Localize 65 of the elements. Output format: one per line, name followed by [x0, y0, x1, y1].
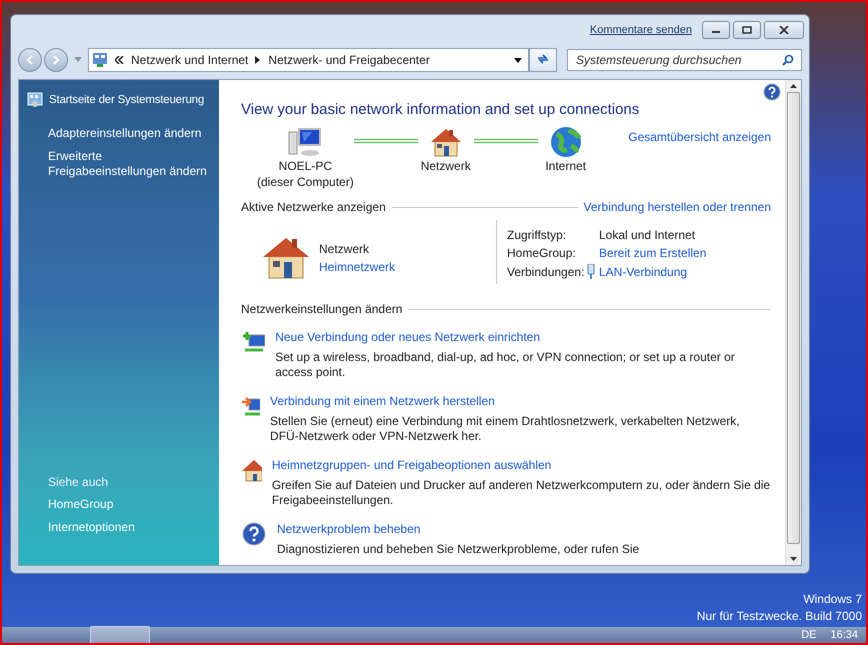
detail-value: Lokal und Internet — [599, 228, 696, 242]
maximize-button[interactable] — [733, 21, 761, 39]
breadcrumb[interactable]: Netzwerk- und Freigabecenter — [268, 53, 430, 67]
house-icon — [241, 458, 262, 482]
ethernet-plug-icon — [587, 264, 595, 279]
minimize-button[interactable] — [702, 21, 730, 39]
connect-disconnect-link[interactable]: Verbindung herstellen oder trennen — [584, 200, 771, 214]
sidebar-home-link[interactable]: Startseite der Systemsteuerung — [49, 94, 204, 106]
search-icon[interactable] — [782, 54, 794, 66]
address-bar[interactable]: Netzwerk und Internet Netzwerk- und Freigabecenter — [88, 48, 529, 72]
back-button[interactable] — [18, 48, 42, 72]
taskbar-clock[interactable]: 16:34 — [830, 629, 858, 641]
page-title: View your basic network information and set up connections — [241, 101, 640, 118]
detail-link[interactable]: Bereit zum Erstellen — [599, 246, 706, 260]
task-link[interactable]: Netzwerkproblem beheben — [277, 522, 640, 536]
maximize-icon — [742, 26, 752, 34]
task-link[interactable]: Heimnetzgruppen- und Freigabeoptionen auswählen — [272, 458, 771, 472]
globe-icon — [548, 126, 583, 158]
section-heading: Netzwerkeinstellungen ändern — [241, 302, 402, 316]
network-type-link[interactable]: Heimnetzwerk — [319, 260, 396, 274]
network-node-label: Netzwerk — [420, 158, 471, 174]
house-icon — [428, 126, 463, 158]
search-field[interactable]: Systemsteuerung durchsuchen — [567, 49, 802, 71]
double-chevron-icon[interactable] — [115, 56, 124, 64]
network-node-sublabel: (dieser Computer) — [257, 174, 354, 190]
detail-link[interactable]: LAN-Verbindung — [599, 264, 688, 278]
feedback-link[interactable]: Kommentare senden — [590, 24, 692, 36]
close-icon — [779, 26, 789, 34]
see-also-heading: Siehe auch — [48, 475, 110, 489]
task-link[interactable]: Neue Verbindung oder neues Netzwerk einrichten — [275, 330, 771, 344]
new-connection-icon — [241, 330, 266, 354]
detail-label: HomeGroup: — [507, 246, 577, 260]
network-name: Netzwerk — [319, 242, 370, 256]
os-build-watermark: Windows 7 — [803, 592, 862, 606]
sidebar-task-link[interactable]: Erweiterte Freigabeeinstellungen ändern — [48, 149, 209, 179]
network-node-label: NOEL-PC — [278, 158, 332, 174]
forward-button[interactable] — [44, 48, 68, 72]
refresh-button[interactable] — [529, 48, 557, 72]
scroll-down-arrow-icon[interactable] — [790, 557, 797, 561]
detail-label: Zugriffstyp: — [507, 228, 568, 242]
help-icon[interactable] — [763, 83, 781, 101]
breadcrumb[interactable]: Netzwerk und Internet — [131, 53, 248, 67]
close-button[interactable] — [764, 21, 804, 39]
task-description: Diagnostizieren und beheben Sie Netzwerkprobleme, oder rufen Sie — [277, 542, 640, 557]
dropdown-caret-icon[interactable] — [514, 58, 522, 62]
network-node-label: Internet — [545, 158, 586, 174]
connection-line — [474, 138, 538, 144]
detail-label: Verbindungen: — [507, 264, 586, 278]
full-map-link[interactable]: Gesamtübersicht anzeigen — [628, 130, 771, 144]
section-heading: Aktive Netzwerke anzeigen — [241, 200, 386, 214]
refresh-arrows-icon — [536, 52, 550, 64]
connect-network-icon — [241, 394, 260, 418]
vertical-scrollbar[interactable] — [785, 80, 801, 565]
sidebar-task-link[interactable]: Adaptereinstellungen ändern — [48, 126, 209, 141]
task-description: Greifen Sie auf Dateien und Drucker auf anderen Netzwerkcomputern zu, oder ändern Sie die Freigabeeinstellungen. — [272, 478, 771, 508]
scroll-up-arrow-icon[interactable] — [790, 84, 797, 88]
task-description: Stellen Sie (erneut) eine Verbindung mit einem Drahtlosnetzwerk, verkabelten Netzwerk, DFÜ-Netzwerk oder VPN-Netzwerk her. — [270, 414, 741, 444]
connection-line — [354, 138, 418, 144]
breadcrumb-arrow-icon[interactable] — [255, 56, 262, 64]
help-icon — [241, 522, 267, 546]
computer-icon — [288, 126, 322, 158]
language-indicator[interactable]: DE — [801, 629, 816, 641]
task-description: Set up a wireless, broadband, dial-up, ad hoc, or VPN connection; or set up a router or access point. — [275, 350, 736, 380]
task-link[interactable]: Verbindung mit einem Netzwerk herstellen — [270, 394, 771, 408]
os-build-watermark: Nur für Testzwecke. Build 7000 — [696, 609, 862, 623]
